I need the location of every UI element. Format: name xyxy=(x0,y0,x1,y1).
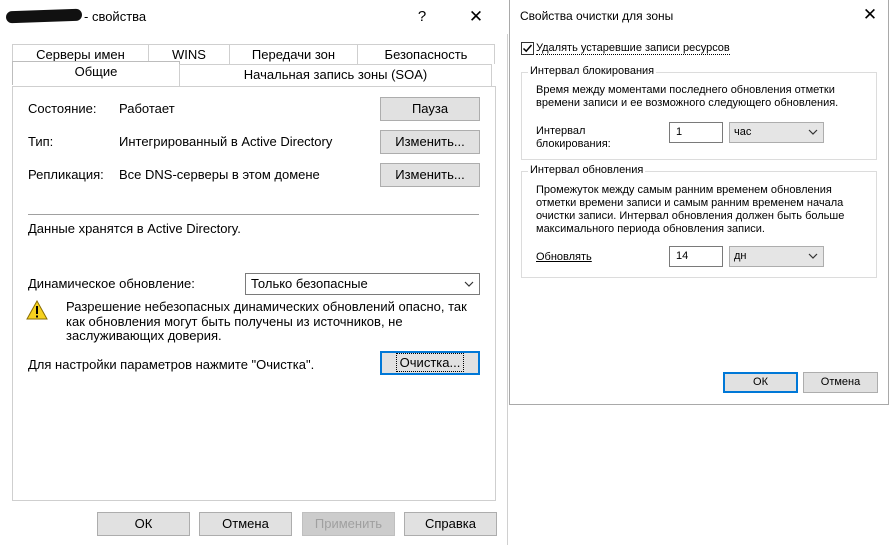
redacted-zone-name xyxy=(5,8,83,24)
refresh-description: Промежуток между самым ранним временем о… xyxy=(536,184,845,235)
no-refresh-label-line1: Интервал xyxy=(536,125,586,137)
chevron-down-icon xyxy=(464,281,474,287)
no-refresh-unit-value: час xyxy=(734,126,752,138)
no-refresh-label-line2: блокирования: xyxy=(536,138,611,150)
close-icon[interactable]: ✕ xyxy=(858,4,882,26)
status-value: Работает xyxy=(119,101,175,116)
tab-security[interactable]: Безопасность xyxy=(357,44,495,64)
aging-properties-dialog: Свойства очистки для зоны ✕ Удалять уста… xyxy=(509,0,889,405)
chevron-down-icon xyxy=(808,253,818,259)
zone-properties-dialog: - свойства ? ✕ Серверы имен WINS Передач… xyxy=(0,0,508,545)
no-refresh-unit-select[interactable]: час xyxy=(729,122,824,143)
refresh-unit-value: дн xyxy=(734,250,747,262)
no-refresh-input[interactable]: 1 xyxy=(669,122,723,143)
pause-button[interactable]: Пауза xyxy=(380,97,480,121)
type-value: Интегрированный в Active Directory xyxy=(119,134,333,149)
status-label: Состояние: xyxy=(28,101,97,116)
help-button[interactable]: Справка xyxy=(404,512,497,536)
tab-zone-transfers[interactable]: Передачи зон xyxy=(229,44,358,64)
warning-text: Разрешение небезопасных динамических обн… xyxy=(66,299,467,343)
aging-button[interactable]: Очистка... xyxy=(380,351,480,375)
dynamic-update-value: Только безопасные xyxy=(251,276,368,291)
storage-note: Данные хранятся в Active Directory. xyxy=(28,221,241,236)
help-icon[interactable]: ? xyxy=(410,6,434,28)
aging-hint: Для настройки параметров нажмите "Очистк… xyxy=(28,357,315,372)
type-label: Тип: xyxy=(28,134,54,149)
checkmark-icon xyxy=(522,44,533,53)
apply-button[interactable]: Применить xyxy=(302,512,395,536)
separator xyxy=(28,214,479,215)
window-title: - свойства xyxy=(84,9,147,24)
change-type-button[interactable]: Изменить... xyxy=(380,130,480,154)
replication-value: Все DNS-серверы в этом домене xyxy=(119,167,320,182)
aging-button-label: Очистка... xyxy=(395,353,465,372)
change-replication-button[interactable]: Изменить... xyxy=(380,163,480,187)
replication-label: Репликация: xyxy=(28,167,104,182)
dynamic-update-select[interactable]: Только безопасные xyxy=(245,273,480,295)
tab-soa[interactable]: Начальная запись зоны (SOA) xyxy=(179,64,492,86)
warning-icon xyxy=(26,300,48,320)
scavenge-checkbox[interactable] xyxy=(521,42,534,55)
aging-cancel-button[interactable]: Отмена xyxy=(803,372,878,393)
close-icon[interactable]: ✕ xyxy=(464,6,488,28)
dynamic-update-label: Динамическое обновление: xyxy=(28,276,195,291)
chevron-down-icon xyxy=(808,129,818,135)
aging-ok-button[interactable]: ОК xyxy=(723,372,798,393)
tab-general[interactable]: Общие xyxy=(12,61,180,85)
no-refresh-description: Время между моментами последнего обновле… xyxy=(536,84,839,109)
aging-title-bar: Свойства очистки для зоны ✕ xyxy=(510,0,890,32)
refresh-group-title: Интервал обновления xyxy=(528,164,646,176)
title-bar: - свойства ? ✕ xyxy=(0,0,508,34)
refresh-unit-select[interactable]: дн xyxy=(729,246,824,267)
aging-window-title: Свойства очистки для зоны xyxy=(520,9,674,23)
no-refresh-group-title: Интервал блокирования xyxy=(528,65,657,77)
scavenge-checkbox-label[interactable]: Удалять устаревшие записи ресурсов xyxy=(536,42,730,55)
tabs-row-bottom: Общие Начальная запись зоны (SOA) xyxy=(12,61,492,86)
ok-button[interactable]: ОК xyxy=(97,512,190,536)
refresh-label: Обновлять xyxy=(536,251,592,263)
cancel-button[interactable]: Отмена xyxy=(199,512,292,536)
refresh-input[interactable]: 14 xyxy=(669,246,723,267)
